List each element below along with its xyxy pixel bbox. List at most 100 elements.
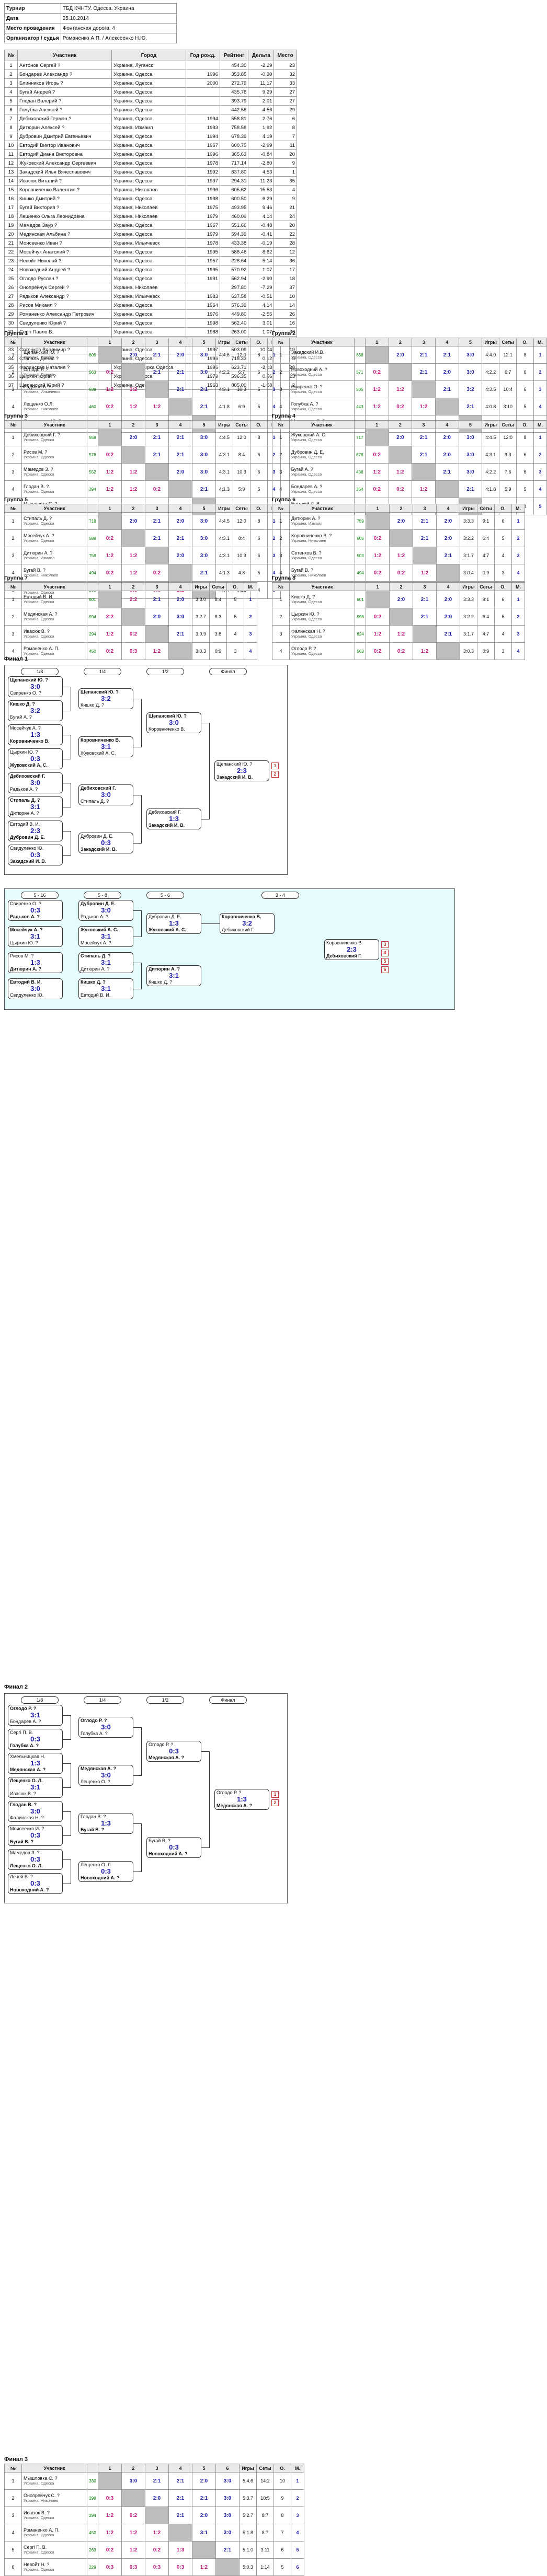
round-of-16-match[interactable]: Дебиховский Г. 3:0 Радьков А. ? bbox=[8, 772, 63, 793]
round-of-16-match[interactable]: Кишко Д. ? 3:2 Бугай А. ? bbox=[8, 700, 63, 721]
consolation-match[interactable]: Дитюрин А. ? 3:1 Кишко Д. ? bbox=[146, 965, 201, 986]
round-of-16-match[interactable]: Мосейчук А. ? 1:3 Коровниченко В. bbox=[8, 724, 63, 745]
participant-cell[interactable]: Бугай Андрей ? bbox=[17, 87, 112, 97]
participant-cell[interactable]: Радьков Александр ? bbox=[17, 292, 112, 301]
participant-cell[interactable]: Кишко Дмитрий ? bbox=[17, 194, 112, 203]
participant-cell[interactable]: Бондарев Александр ? bbox=[17, 70, 112, 79]
participant-cell[interactable]: Мосейчук Анатолий ? bbox=[17, 247, 112, 257]
participant-cell[interactable]: Дитюрин Алексей ? bbox=[17, 123, 112, 132]
group-player-name[interactable]: Коровниченко В. ? Украина, Николаев bbox=[289, 529, 355, 547]
group-player-name[interactable]: Глодан В. ? Украина, Одесса bbox=[21, 480, 87, 498]
group-player-name[interactable]: Романенко А. П. Украина, Одесса bbox=[21, 642, 87, 660]
round-of-16-match[interactable]: Свидуленко Ю. 0:3 Закадский И. В. bbox=[8, 845, 63, 865]
round-of-16-match[interactable]: Лещенко О. Л. 3:1 Ивасюк В. ? bbox=[8, 1777, 63, 1798]
participant-cell[interactable]: Медянская Альбина ? bbox=[17, 229, 112, 239]
group-player-name[interactable]: Лещенко О.Л. Украина, Николаев bbox=[21, 398, 87, 415]
participant-cell[interactable]: Коровниченко Валентин ? bbox=[17, 185, 112, 194]
round-of-16-match[interactable]: Евтодий В. И. 2:3 Дубровин Д. Е. bbox=[8, 821, 63, 841]
consolation-match[interactable]: Евтодий В. И. 3:0 Свидуленко Ю. bbox=[8, 978, 63, 999]
quarterfinal-match[interactable]: Глодан В. ? 1:3 Бугай В. ? bbox=[78, 1813, 133, 1834]
participant-cell[interactable]: Глодан Валерий ? bbox=[17, 96, 112, 106]
participant-cell[interactable]: Романенко Александр Петрович bbox=[17, 309, 112, 319]
group-player-name[interactable]: Новоходний А. ? Украина, Одесса bbox=[289, 363, 355, 381]
group-player-name[interactable]: Свиренко О. ? Украина, Одесса bbox=[289, 380, 355, 398]
group-player-name[interactable]: Щепанский Ю. ? Украина, Одесса bbox=[21, 346, 87, 364]
quarterfinal-match[interactable]: Дубровин Д. Е. 0:3 Закадский И. В. bbox=[78, 833, 133, 853]
participant-cell[interactable]: Голубка Алексей ? bbox=[17, 105, 112, 114]
consolation-match[interactable]: Кишко Д. ? 3:1 Евтодий В. И. bbox=[78, 978, 133, 999]
group-player-name[interactable]: Рисов М. ? Украина, Одесса bbox=[21, 446, 87, 464]
group-player-name[interactable]: Сотенков В. ? Украина, Одесса bbox=[289, 547, 355, 564]
group-player-name[interactable]: Закадский И.В. Украина, Одесса bbox=[289, 346, 355, 364]
semifinal-match[interactable]: Бугай В. ? 0:3 Новоходний А. ? bbox=[146, 1837, 201, 1858]
group-player-name[interactable]: Романенко А. П. Украина, Одесса bbox=[21, 2524, 87, 2542]
participant-cell[interactable]: Сергі Павло В. bbox=[17, 327, 112, 337]
group-player-name[interactable]: Медянская А. ? Украина, Одесса bbox=[21, 608, 87, 626]
group-player-name[interactable]: Оглодо Р. ? Украина, Одесса bbox=[21, 363, 87, 381]
participant-cell[interactable]: Дебиховский Герман ? bbox=[17, 114, 112, 123]
group-player-name[interactable]: Оглодо Р. ? Украина, Одесса bbox=[289, 642, 355, 660]
quarterfinal-match[interactable]: Оглодо Р. ? 3:0 Голубка А. ? bbox=[78, 1717, 133, 1738]
group-player-name[interactable]: Ивасюк В. ? Украина, Одесса bbox=[21, 2506, 87, 2524]
participant-cell[interactable]: Дубровин Дмитрий Евгеньевич bbox=[17, 132, 112, 141]
round-of-16-match[interactable]: Цыркин Ю. ? 0:3 Жуковский А. С. bbox=[8, 748, 63, 769]
participant-cell[interactable]: Новоходний Андрей ? bbox=[17, 265, 112, 274]
group-player-name[interactable]: Дитюрин А. ? Украина, Измаил bbox=[289, 512, 355, 530]
group-player-name[interactable]: Дитюрин А. ? Украина, Измаил bbox=[21, 547, 87, 564]
consolation-match[interactable]: Коровниченко В. 3:2 Дебиховский Г. bbox=[220, 913, 275, 934]
group-player-name[interactable]: Дебиховский Г. ? Украина, Одесса bbox=[21, 429, 87, 446]
consolation-match[interactable]: Мосейчук А. ? 3:1 Цыркин Ю. ? bbox=[8, 926, 63, 947]
final-match[interactable]: Оглодо Р. ? 1:3 Медянская А. ? bbox=[214, 1789, 269, 1810]
group-player-name[interactable]: Невойт Н. ? Украина, Одесса bbox=[21, 2558, 87, 2576]
group-player-name[interactable]: Бондарев А. ? Украина, Одесса bbox=[289, 480, 355, 498]
participant-cell[interactable]: Блинников Игорь ? bbox=[17, 78, 112, 88]
participant-cell[interactable]: Мамедов Заур ? bbox=[17, 221, 112, 230]
quarterfinal-match[interactable]: Лещенко О. Л. 0:3 Новоходний А. ? bbox=[78, 1861, 133, 1882]
semifinal-match[interactable]: Щепанский Ю. ? 3:0 Коровниченко В. bbox=[146, 712, 201, 733]
group-player-name[interactable]: Евтодий В. И. Украина, Одесса bbox=[21, 591, 87, 608]
group-player-name[interactable]: Бугай В. ? Украина, Николаев bbox=[21, 564, 87, 582]
third-place-match[interactable]: Коровниченко В. 2:3 Дебиховский Г. bbox=[324, 939, 379, 960]
consolation-match[interactable]: Дубровин Д. Е. 1:3 Жуковский А. С. bbox=[146, 913, 201, 934]
participant-cell[interactable]: Ивасюк Виталий ? bbox=[17, 176, 112, 186]
group-player-name[interactable]: Сергі П. В.Украина, Одесса bbox=[21, 2541, 87, 2559]
group-player-name[interactable]: Цыркин Ю. ? Украина, Одесса bbox=[289, 608, 355, 626]
participant-cell[interactable]: Моисеенко Иван ? bbox=[17, 238, 112, 248]
group-player-name[interactable]: Голубка А. ? Украина, Одесса bbox=[289, 398, 355, 415]
group-player-name[interactable]: Фалинская Н. ? Украина, Одесса bbox=[289, 625, 355, 643]
participant-cell[interactable]: Онопрейчук Сергей ? bbox=[17, 283, 112, 292]
group-player-name[interactable]: Бугай В. ? Украина, Николаев bbox=[289, 564, 355, 582]
consolation-match[interactable]: Жуковский А. С. 3:1 Мосейчук А. ? bbox=[78, 926, 133, 947]
group-player-name[interactable]: Радьков А. ? Украина, Ильичевск bbox=[21, 380, 87, 398]
final-match[interactable]: Щепанский Ю. ? 2:3 Закадский И. В. bbox=[214, 760, 269, 781]
quarterfinal-match[interactable]: Щепанский Ю. ? 3:2 Кишко Д. ? bbox=[78, 688, 133, 709]
consolation-match[interactable]: Дубровин Д. Е. 3:0 Радьков А. ? bbox=[78, 900, 133, 921]
participant-cell[interactable]: Рисов Михаил ? bbox=[17, 301, 112, 310]
round-of-16-match[interactable]: Моисеенко И. ? 0:3 Бугай В. ? bbox=[8, 1825, 63, 1846]
participant-cell[interactable]: Жуковский Александр Сергеевич bbox=[17, 158, 112, 168]
group-player-name[interactable]: Стипаль Д. ? Украина, Одесса bbox=[21, 512, 87, 530]
round-of-16-match[interactable]: Оглодо Р. ? 3:1 Бондарев А. ? bbox=[8, 1705, 63, 1726]
participant-cell[interactable]: Бугай Виктория ? bbox=[17, 203, 112, 212]
group-player-name[interactable]: Бугай А. ? Украина, Одесса bbox=[289, 463, 355, 481]
consolation-match[interactable]: Стипаль Д. ? 3:1 Дитюрин А. ? bbox=[78, 952, 133, 973]
quarterfinal-match[interactable]: Дебиховский Г. 3:0 Стипаль Д. ? bbox=[78, 784, 133, 805]
participant-cell[interactable]: Лещенко Ольга Леонидовна bbox=[17, 212, 112, 221]
quarterfinal-match[interactable]: Коровниченко В. 3:1 Жуковский А. С. bbox=[78, 736, 133, 757]
participant-cell[interactable]: Закадский Илья Вячеславович bbox=[17, 167, 112, 177]
round-of-16-match[interactable]: Сергі П. В. 0:3 Голубка А. ? bbox=[8, 1729, 63, 1750]
group-player-name[interactable]: Кишко Д. ? Украина, Одесса bbox=[289, 591, 355, 608]
group-player-name[interactable]: Жуковский А. С. Украина, Одесса bbox=[289, 429, 355, 446]
group-player-name[interactable]: Мышловка С. ?Украина, Одесса bbox=[21, 2472, 87, 2490]
group-player-name[interactable]: Мамедов З. ? Украина, Одесса bbox=[21, 463, 87, 481]
semifinal-match[interactable]: Дебиховский Г. 1:3 Закадский И. В. bbox=[146, 808, 201, 829]
quarterfinal-match[interactable]: Медянская А. ? 3:0 Лещенко О. ? bbox=[78, 1765, 133, 1786]
participant-cell[interactable]: Оглодо Руслан ? bbox=[17, 274, 112, 283]
participant-cell[interactable]: Антонов Сергей ? bbox=[17, 61, 112, 70]
group-player-name[interactable]: Ивасюк В. ? Украина, Одесса bbox=[21, 625, 87, 643]
round-of-16-match[interactable]: Хмельницкая Н. 1:3 Медянская А. ? bbox=[8, 1753, 63, 1774]
group-player-name[interactable]: Дубровин Д. Е. Украина, Одесса bbox=[289, 446, 355, 464]
round-of-16-match[interactable]: Мамедов З. ? 0:3 Лещенко О. Л. bbox=[8, 1849, 63, 1870]
participant-cell[interactable]: Невойт Николай ? bbox=[17, 256, 112, 265]
round-of-16-match[interactable]: Лечей В. ? 0:3 Новоходний А. ? bbox=[8, 1873, 63, 1894]
